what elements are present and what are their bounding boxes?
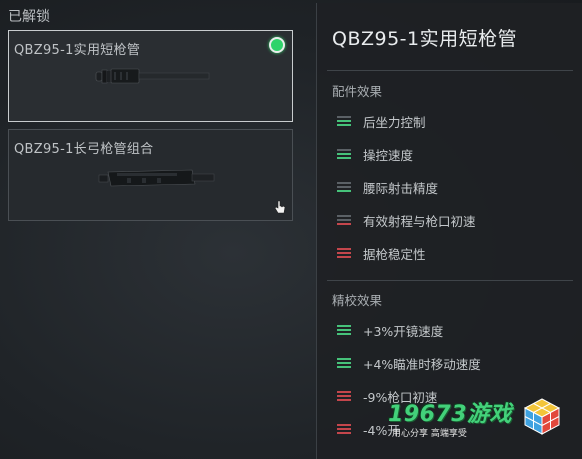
equipped-indicator-icon	[269, 37, 285, 53]
short-barrel-image	[95, 68, 210, 84]
stat-label: 腰际射击精度	[363, 180, 439, 196]
stat-label: +3%开镜速度	[363, 323, 444, 339]
card-title: QBZ95-1长弓枪管组合	[14, 142, 154, 157]
attachment-card-longbow-barrel[interactable]: QBZ95-1长弓枪管组合	[8, 129, 293, 221]
divider	[327, 70, 573, 71]
divider	[327, 280, 573, 281]
stat-row: 有效射程与枪口初速	[337, 211, 476, 229]
tuning-effects-heading: 精校效果	[332, 293, 383, 308]
watermark-slogan: 用心分享 高端享受	[392, 429, 467, 439]
stat-row: 据枪稳定性	[337, 244, 426, 262]
negative-bars-icon	[337, 215, 351, 225]
card-title: QBZ95-1实用短枪管	[14, 43, 141, 58]
stat-label: 后坐力控制	[363, 114, 426, 130]
positive-bars-icon	[337, 358, 351, 368]
positive-bars-icon	[337, 149, 351, 159]
attachment-card-short-barrel[interactable]: QBZ95-1实用短枪管	[8, 30, 293, 122]
stat-label: 据枪稳定性	[363, 246, 426, 262]
stat-label: 操控速度	[363, 147, 414, 163]
stat-row: +4%瞄准时移动速度	[337, 354, 481, 372]
negative-bars-icon	[337, 248, 351, 258]
watermark-brand: 19673游戏	[388, 402, 513, 427]
site-watermark: 19673游戏 用心分享 高端享受	[388, 396, 578, 446]
stat-row: 操控速度	[337, 145, 413, 163]
mouse-pointer-icon	[274, 200, 286, 214]
stat-row: 后坐力控制	[337, 112, 426, 130]
attachment-effects-heading: 配件效果	[332, 84, 383, 99]
attachment-detail-panel: QBZ95-1实用短枪管 配件效果 后坐力控制 操控速度 腰际射击精度 有效射程…	[316, 3, 582, 459]
positive-bars-icon	[337, 182, 351, 192]
cube-logo-icon	[523, 398, 561, 435]
negative-bars-icon	[337, 424, 351, 434]
positive-bars-icon	[337, 116, 351, 126]
stat-label: 有效射程与枪口初速	[363, 213, 476, 229]
stat-row: +3%开镜速度	[337, 321, 443, 339]
stat-row: 腰际射击精度	[337, 178, 438, 196]
positive-bars-icon	[337, 325, 351, 335]
unlocked-section-label: 已解锁	[8, 9, 50, 25]
stat-label: +4%瞄准时移动速度	[363, 356, 481, 372]
panel-title: QBZ95-1实用短枪管	[332, 28, 518, 50]
negative-bars-icon	[337, 391, 351, 401]
longbow-barrel-image	[98, 169, 215, 187]
